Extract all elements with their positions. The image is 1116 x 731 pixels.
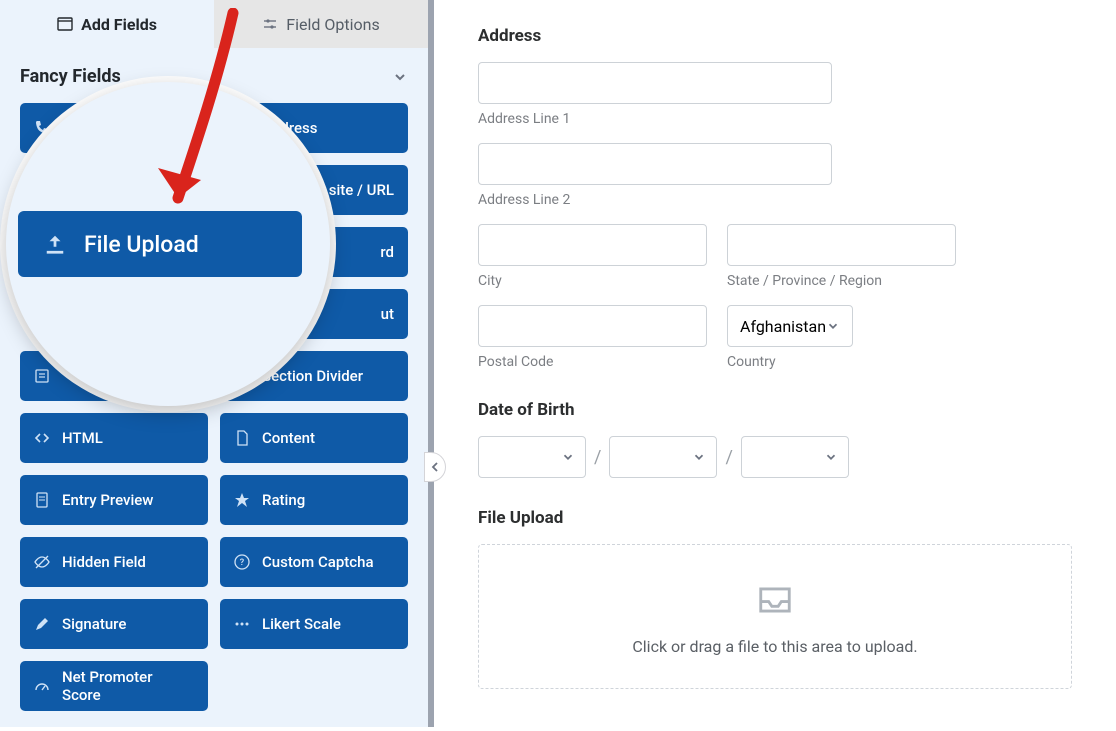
field-btn-layout-label: ut xyxy=(381,305,394,323)
field-btn-address-label: Address xyxy=(262,119,318,137)
field-btn-entry-preview[interactable]: Entry Preview xyxy=(20,475,208,525)
section-title: Fancy Fields xyxy=(20,66,121,87)
field-btn-password-label: rd xyxy=(380,243,394,261)
address-postal-label: Postal Code xyxy=(478,354,707,370)
chevron-down-icon xyxy=(561,450,575,464)
window-icon xyxy=(57,16,73,32)
field-btn-hidden-field-label: Hidden Field xyxy=(62,553,146,571)
richtext-icon xyxy=(34,368,50,384)
tab-field-options[interactable]: Field Options xyxy=(214,0,428,48)
address-country-value: Afghanistan xyxy=(740,317,826,336)
field-btn-website[interactable]: site / URL xyxy=(220,165,408,215)
field-btn-html-label: HTML xyxy=(62,429,103,447)
field-btn-richtext[interactable] xyxy=(20,351,208,401)
form-preview: Address Address Line 1 Address Line 2 Ci… xyxy=(434,0,1116,727)
dob-day-select[interactable] xyxy=(609,436,717,478)
section-header-fancy-fields[interactable]: Fancy Fields xyxy=(20,66,408,103)
star-icon xyxy=(234,492,250,508)
sidebar-tabs: Add Fields Field Options xyxy=(0,0,428,48)
file-upload-dropzone[interactable]: Click or drag a file to this area to upl… xyxy=(478,544,1072,689)
tab-add-fields[interactable]: Add Fields xyxy=(0,0,214,48)
file-upload-hint: Click or drag a file to this area to upl… xyxy=(632,637,917,656)
question-icon: ? xyxy=(234,554,250,570)
field-btn-hidden-field[interactable]: Hidden Field xyxy=(20,537,208,587)
field-btn-rating[interactable]: Rating xyxy=(220,475,408,525)
field-file-upload: File Upload Click or drag a file to this… xyxy=(478,508,1076,689)
dob-year-select[interactable] xyxy=(741,436,849,478)
phone-icon xyxy=(34,120,50,136)
field-btn-html[interactable]: HTML xyxy=(20,413,208,463)
field-btn-content-label: Content xyxy=(262,429,315,447)
eye-off-icon xyxy=(34,554,50,570)
section-fancy-fields: Fancy Fields xyxy=(0,48,428,103)
code-icon xyxy=(34,430,50,446)
field-btn-phone[interactable] xyxy=(20,103,208,153)
svg-text:?: ? xyxy=(240,558,245,568)
chevron-down-icon xyxy=(826,319,840,333)
field-grid: Address site / URL rd ut Section Divider… xyxy=(0,103,428,731)
address-state-label: State / Province / Region xyxy=(727,273,956,289)
dots-icon xyxy=(234,616,250,632)
field-address: Address Address Line 1 Address Line 2 Ci… xyxy=(478,26,1076,370)
document-icon xyxy=(234,430,250,446)
field-btn-password[interactable]: rd xyxy=(220,227,408,277)
fields-sidebar: Add Fields Field Options Fancy Fields Ad… xyxy=(0,0,434,727)
dob-title: Date of Birth xyxy=(478,400,1076,420)
field-btn-entry-preview-label: Entry Preview xyxy=(62,491,153,509)
field-btn-likert-scale-label: Likert Scale xyxy=(262,615,341,633)
sliders-icon xyxy=(262,16,278,32)
tab-add-fields-label: Add Fields xyxy=(81,15,157,34)
field-btn-nps[interactable]: Net Promoter Score xyxy=(20,661,208,711)
address-city-label: City xyxy=(478,273,707,289)
field-btn-layout[interactable]: ut xyxy=(220,289,408,339)
chevron-down-icon xyxy=(824,450,838,464)
field-btn-signature-label: Signature xyxy=(62,615,126,633)
field-btn-rating-label: Rating xyxy=(262,491,305,509)
dob-separator: / xyxy=(725,447,732,468)
address-line2-label: Address Line 2 xyxy=(478,192,1076,208)
address-city-input[interactable] xyxy=(478,224,707,266)
address-postal-input[interactable] xyxy=(478,305,707,347)
field-btn-signature[interactable]: Signature xyxy=(20,599,208,649)
field-btn-likert-scale[interactable]: Likert Scale xyxy=(220,599,408,649)
field-btn-custom-captcha-label: Custom Captcha xyxy=(262,553,374,571)
field-btn-website-label: site / URL xyxy=(329,181,394,199)
address-line1-label: Address Line 1 xyxy=(478,111,1076,127)
gauge-icon xyxy=(34,678,50,694)
field-btn-nps-label: Net Promoter Score xyxy=(62,668,194,704)
field-btn-section-divider-label: Section Divider xyxy=(262,367,363,385)
field-dob: Date of Birth / / xyxy=(478,400,1076,478)
dob-month-select[interactable] xyxy=(478,436,586,478)
field-btn-custom-captcha[interactable]: ? Custom Captcha xyxy=(220,537,408,587)
pencil-icon xyxy=(34,616,50,632)
chevron-down-icon xyxy=(392,69,408,85)
address-country-select[interactable]: Afghanistan xyxy=(727,305,853,347)
address-line1-input[interactable] xyxy=(478,62,832,104)
tab-field-options-label: Field Options xyxy=(286,15,379,34)
chevron-left-icon xyxy=(430,461,440,473)
file-upload-title: File Upload xyxy=(478,508,1076,528)
address-line2-input[interactable] xyxy=(478,143,832,185)
field-btn-section-divider[interactable]: Section Divider xyxy=(220,351,408,401)
address-title: Address xyxy=(478,26,1076,46)
address-state-input[interactable] xyxy=(727,224,956,266)
field-btn-content[interactable]: Content xyxy=(220,413,408,463)
inbox-icon xyxy=(756,581,794,619)
chevron-down-icon xyxy=(692,450,706,464)
dob-separator: / xyxy=(594,447,601,468)
address-country-label: Country xyxy=(727,354,853,370)
page-icon xyxy=(34,492,50,508)
field-btn-address[interactable]: Address xyxy=(220,103,408,153)
